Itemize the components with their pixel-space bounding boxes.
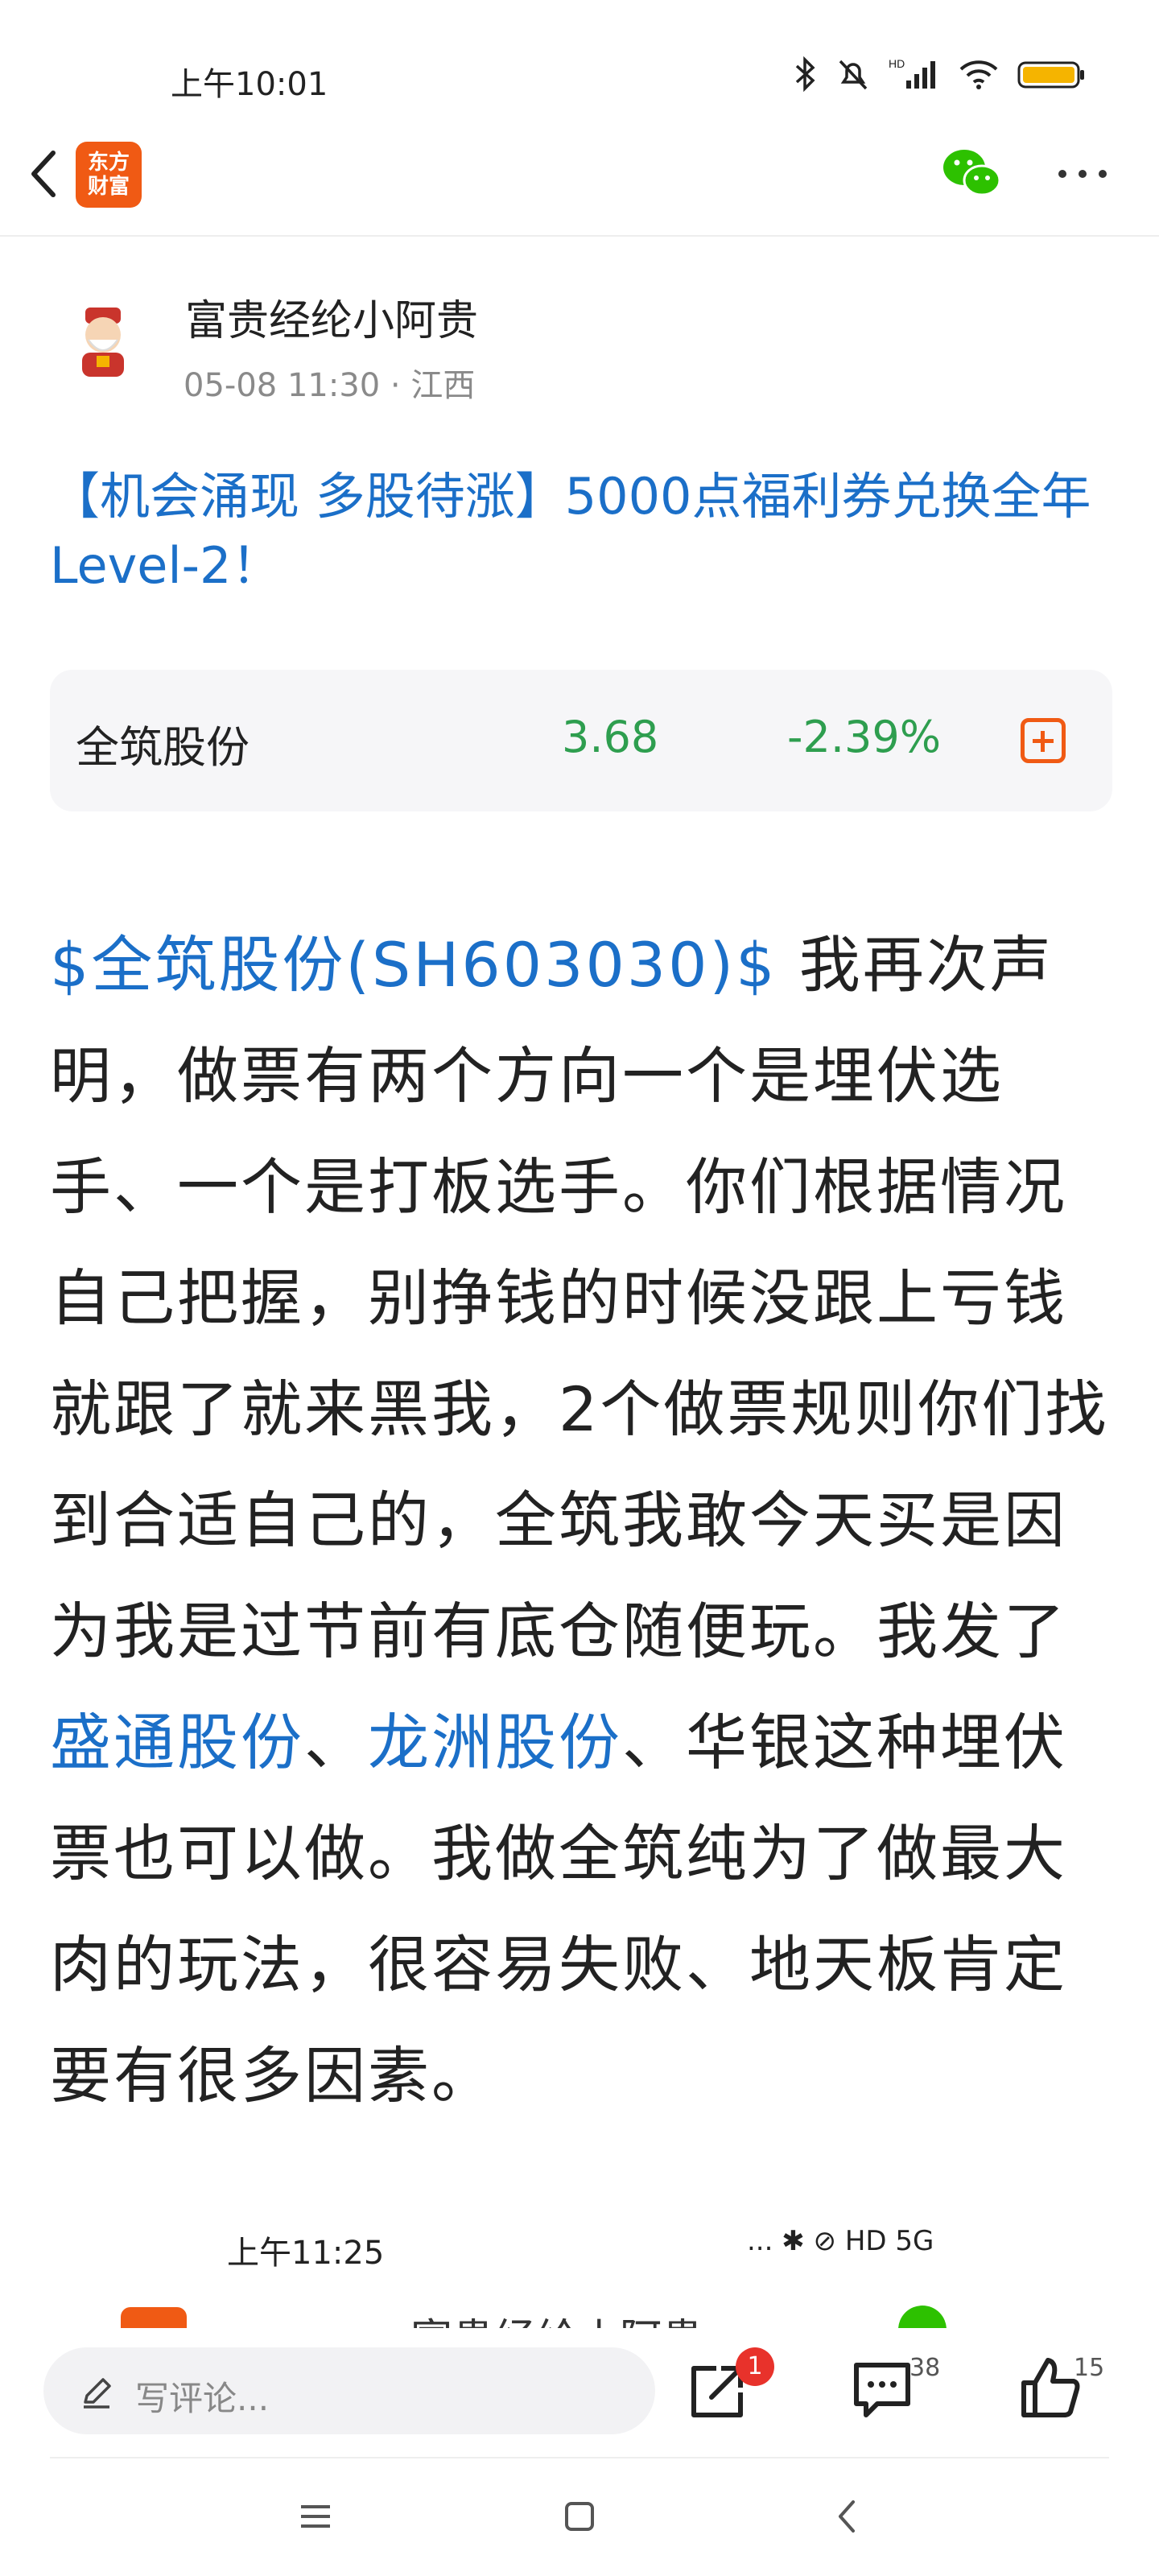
stock-name: 全筑股份 — [76, 722, 250, 773]
wechat-share-button[interactable] — [940, 145, 1003, 201]
battery-icon — [1017, 61, 1084, 89]
home-icon — [565, 2502, 594, 2531]
comment-icon — [854, 2363, 910, 2417]
app-logo[interactable]: 东方 财富 — [76, 142, 142, 208]
embedded-author: 富贵经纶小阿贵 — [410, 2306, 703, 2328]
comment-count: 38 — [909, 2354, 941, 2382]
author-avatar[interactable] — [61, 296, 145, 380]
comment-placeholder: 写评论... — [135, 2379, 270, 2418]
share-badge: 1 — [736, 2347, 774, 2386]
system-menu-button[interactable] — [299, 2502, 332, 2534]
embedded-wechat-icon — [898, 2306, 947, 2328]
embedded-screenshot-partial: 富贵经纶小阿贵 — [0, 2296, 1159, 2328]
comment-button[interactable] — [848, 2355, 916, 2423]
stock-change: -2.39% — [787, 712, 942, 762]
status-time: 上午10:01 — [171, 66, 328, 103]
menu-icon — [301, 2505, 330, 2528]
author-name[interactable]: 富贵经纶小阿贵 — [185, 287, 478, 347]
nav-divider — [0, 235, 1159, 237]
bar-divider — [50, 2457, 1109, 2458]
mute-icon — [839, 60, 868, 90]
stock-card[interactable]: 全筑股份 3.68 -2.39% — [50, 670, 1112, 811]
like-count: 15 — [1074, 2354, 1105, 2382]
wifi-icon — [959, 60, 998, 89]
body-separator: 、 — [304, 1707, 368, 1778]
body-text-1: 我再次声明，做票有两个方向一个是埋伏选手、一个是打板选手。你们根据情况自己把握，… — [50, 929, 1109, 1667]
avatar-image — [82, 308, 124, 377]
signal-icon: HD — [889, 57, 935, 89]
more-button[interactable] — [1054, 158, 1111, 190]
svg-text:HD: HD — [889, 57, 905, 70]
system-home-button[interactable] — [563, 2500, 596, 2536]
stock-link[interactable]: $全筑股份(SH603030)$ — [50, 929, 777, 1001]
add-watchlist-button[interactable] — [1021, 718, 1066, 763]
system-back-button[interactable] — [834, 2497, 860, 2539]
wechat-icon — [943, 150, 1001, 196]
promo-title[interactable]: 【机会涌现 多股待涨】5000点福利券兑换全年Level-2！ — [50, 462, 1104, 601]
embedded-logo — [121, 2307, 187, 2328]
stock-link-longzhou[interactable]: 龙洲股份 — [368, 1707, 622, 1778]
stock-price: 3.68 — [562, 712, 659, 762]
status-icons: HD — [794, 56, 1087, 92]
stock-link-shengtong[interactable]: 盛通股份 — [50, 1707, 304, 1778]
logo-line1: 东方 — [87, 151, 130, 175]
pen-icon — [84, 2378, 111, 2409]
post-meta: 05-08 11:30 · 江西 — [184, 367, 476, 404]
logo-line2: 财富 — [87, 175, 130, 199]
embedded-screenshot-time: 上午11:25 — [227, 2235, 385, 2272]
back-arrow-icon — [31, 151, 56, 197]
bluetooth-icon — [795, 56, 815, 92]
more-icon — [1058, 170, 1107, 178]
post-body: $全筑股份(SH603030)$ 我再次声明，做票有两个方向一个是埋伏选手、一个… — [50, 910, 1120, 2132]
back-button[interactable] — [19, 142, 68, 206]
system-back-icon — [839, 2500, 855, 2533]
comment-input[interactable]: 写评论... — [43, 2347, 655, 2434]
embedded-status-icons: ... ✱ ⊘ HD 5G — [747, 2225, 934, 2257]
